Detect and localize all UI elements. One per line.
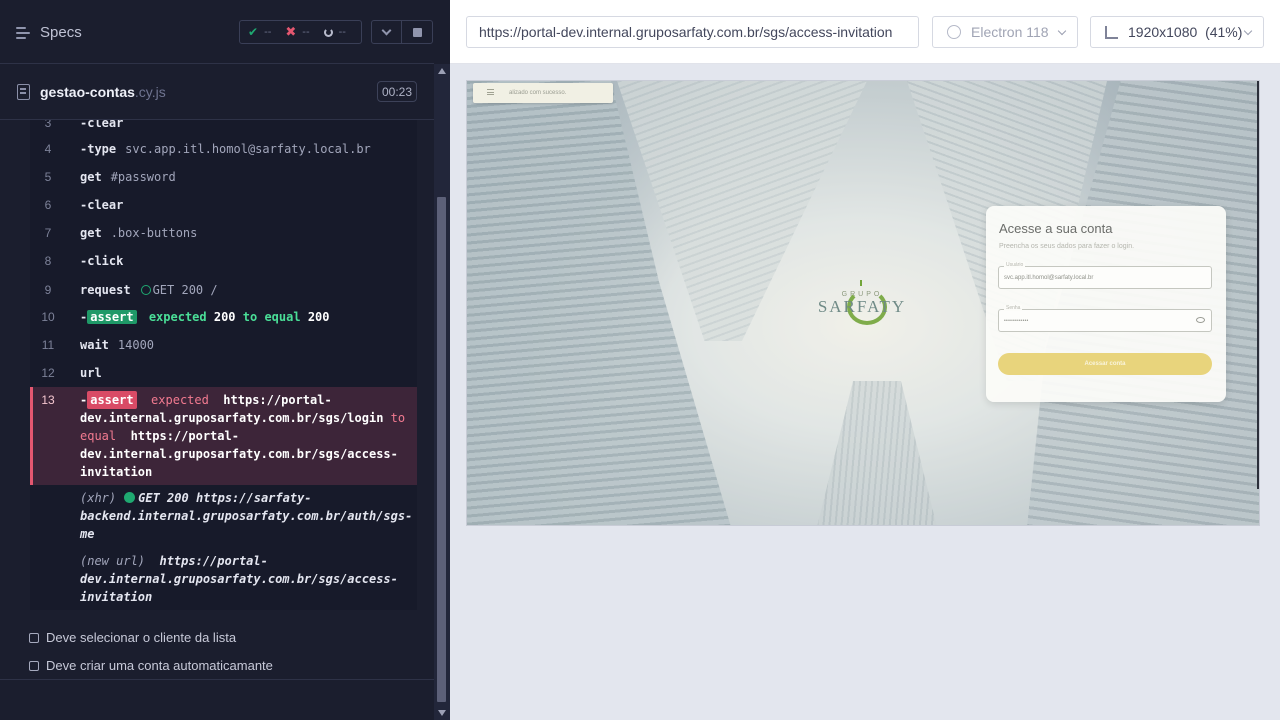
specs-list-icon: [16, 26, 32, 40]
success-toast[interactable]: alizado com sucesso.: [473, 83, 613, 103]
run-controls: [371, 20, 433, 44]
username-label: Usuário: [1004, 262, 1026, 268]
command-row[interactable]: 5 get #password: [30, 168, 417, 188]
ruler-icon: [1105, 25, 1118, 39]
eye-off-icon[interactable]: [1196, 317, 1205, 323]
spec-file-name: gestao-contas.cy.js: [40, 84, 166, 100]
aut-url-bar[interactable]: https://portal-dev.internal.gruposarfaty…: [466, 16, 919, 48]
login-button[interactable]: Acessar conta: [998, 353, 1212, 375]
username-input[interactable]: Usuário svc.app.itl.homol@sarfaty.local.…: [998, 262, 1212, 289]
test-status-icon: [29, 632, 39, 643]
spec-file-row[interactable]: gestao-contas.cy.js: [0, 64, 434, 120]
test-status-icon: [29, 660, 39, 671]
test-item[interactable]: Deve criar uma conta automaticamante: [29, 658, 273, 673]
electron-icon: [947, 25, 961, 39]
document-icon: [17, 84, 30, 100]
specs-label: Specs: [40, 24, 82, 41]
password-label: Senha: [1004, 305, 1023, 311]
login-subtitle: Preencha os seus dados para fazer o logi…: [999, 243, 1135, 250]
specs-toggle-button[interactable]: Specs: [16, 24, 82, 41]
reporter-scrollbar[interactable]: [434, 64, 450, 720]
command-row[interactable]: 4 -type svc.app.itl.homol@sarfaty.local.b…: [30, 140, 417, 160]
chevron-down-icon: [1243, 26, 1253, 36]
browser-selector[interactable]: Electron 118: [932, 16, 1078, 48]
test-stats: ✔ -- ✖ -- --: [239, 20, 362, 44]
new-url-log-row[interactable]: (new url) https://portal-dev.internal.gr…: [80, 552, 410, 606]
xhr-log-row[interactable]: (xhr) GET 200 https://sarfaty-backend.int…: [80, 489, 412, 543]
browser-label: Electron 118: [971, 24, 1049, 40]
password-input[interactable]: Senha ••••••••••••: [998, 305, 1212, 332]
toast-message: alizado com sucesso.: [509, 90, 567, 96]
reporter-panel: Specs ✔ -- ✖ -- -- gestao-contas.cy.js 00:…: [0, 0, 450, 720]
spinner-icon: [323, 27, 333, 37]
menu-icon: [487, 89, 494, 95]
spec-file-ext: .cy.js: [134, 84, 166, 100]
passed-stat: ✔ --: [248, 25, 272, 39]
command-row[interactable]: 9 request GET 200 /: [30, 280, 417, 300]
command-row[interactable]: 11 wait 14000: [30, 336, 417, 356]
username-value: svc.app.itl.homol@sarfaty.local.br: [1004, 274, 1094, 281]
divider: [0, 679, 434, 680]
pending-circle-icon: [140, 285, 151, 295]
chevron-down-icon: [381, 25, 392, 36]
assert-badge: assert: [87, 391, 137, 409]
cross-icon: ✖: [285, 24, 297, 39]
command-row[interactable]: 7 get .box-buttons: [30, 224, 417, 244]
reporter-header: Specs ✔ -- ✖ -- --: [0, 0, 434, 64]
login-card: Acesse a sua conta Preencha os seus dado…: [986, 206, 1226, 402]
scroll-thumb[interactable]: [437, 197, 446, 702]
brand-logo: GRUPO SARFATY: [817, 279, 907, 329]
run-duration: 00:23: [377, 81, 417, 102]
chevron-down-icon: [1057, 26, 1067, 36]
stop-button[interactable]: [402, 21, 432, 43]
status-dot-icon: [124, 492, 136, 503]
command-row[interactable]: 8 -click: [30, 252, 417, 272]
stop-icon: [412, 27, 422, 37]
logo-wordmark: SARFATY: [817, 297, 907, 316]
command-row[interactable]: 3 -clear: [30, 120, 417, 130]
aut-panel: https://portal-dev.internal.gruposarfaty…: [450, 0, 1280, 720]
command-row[interactable]: 12 url: [30, 364, 417, 384]
aut-toolbar: https://portal-dev.internal.gruposarfaty…: [450, 0, 1280, 64]
password-value: ••••••••••••: [1004, 317, 1029, 324]
logo-mark: [860, 280, 862, 286]
check-icon: ✔: [248, 25, 259, 39]
assert-fail-message: - assert expected https://portal-dev.inte…: [80, 391, 406, 479]
test-item[interactable]: Deve selecionar o cliente da lista: [29, 630, 236, 645]
app-under-test-frame[interactable]: alizado com sucesso. GRUPO SARFATY Acess…: [466, 80, 1260, 526]
scroll-up-icon[interactable]: [438, 68, 446, 74]
pending-stat: --: [323, 26, 346, 38]
login-title: Acesse a sua conta: [999, 221, 1113, 236]
assert-badge: assert: [87, 310, 137, 324]
scroll-down-icon[interactable]: [438, 710, 446, 716]
command-log: 3 -clear 4 -type svc.app.itl.homol@sarfat…: [30, 120, 417, 610]
failed-stat: ✖ --: [285, 24, 310, 39]
viewport-label: 1920x1080 (41%): [1128, 24, 1243, 40]
frame-edge: [1257, 81, 1259, 489]
viewport-selector[interactable]: 1920x1080 (41%): [1090, 16, 1264, 48]
collapse-button[interactable]: [372, 21, 403, 43]
assert-fail-row[interactable]: 13 - assert expected https://portal-dev.i…: [30, 387, 417, 485]
command-row[interactable]: 6 -clear: [30, 196, 417, 216]
assert-pass-row[interactable]: 10 - assert expected 200 to equal 200: [30, 308, 417, 328]
